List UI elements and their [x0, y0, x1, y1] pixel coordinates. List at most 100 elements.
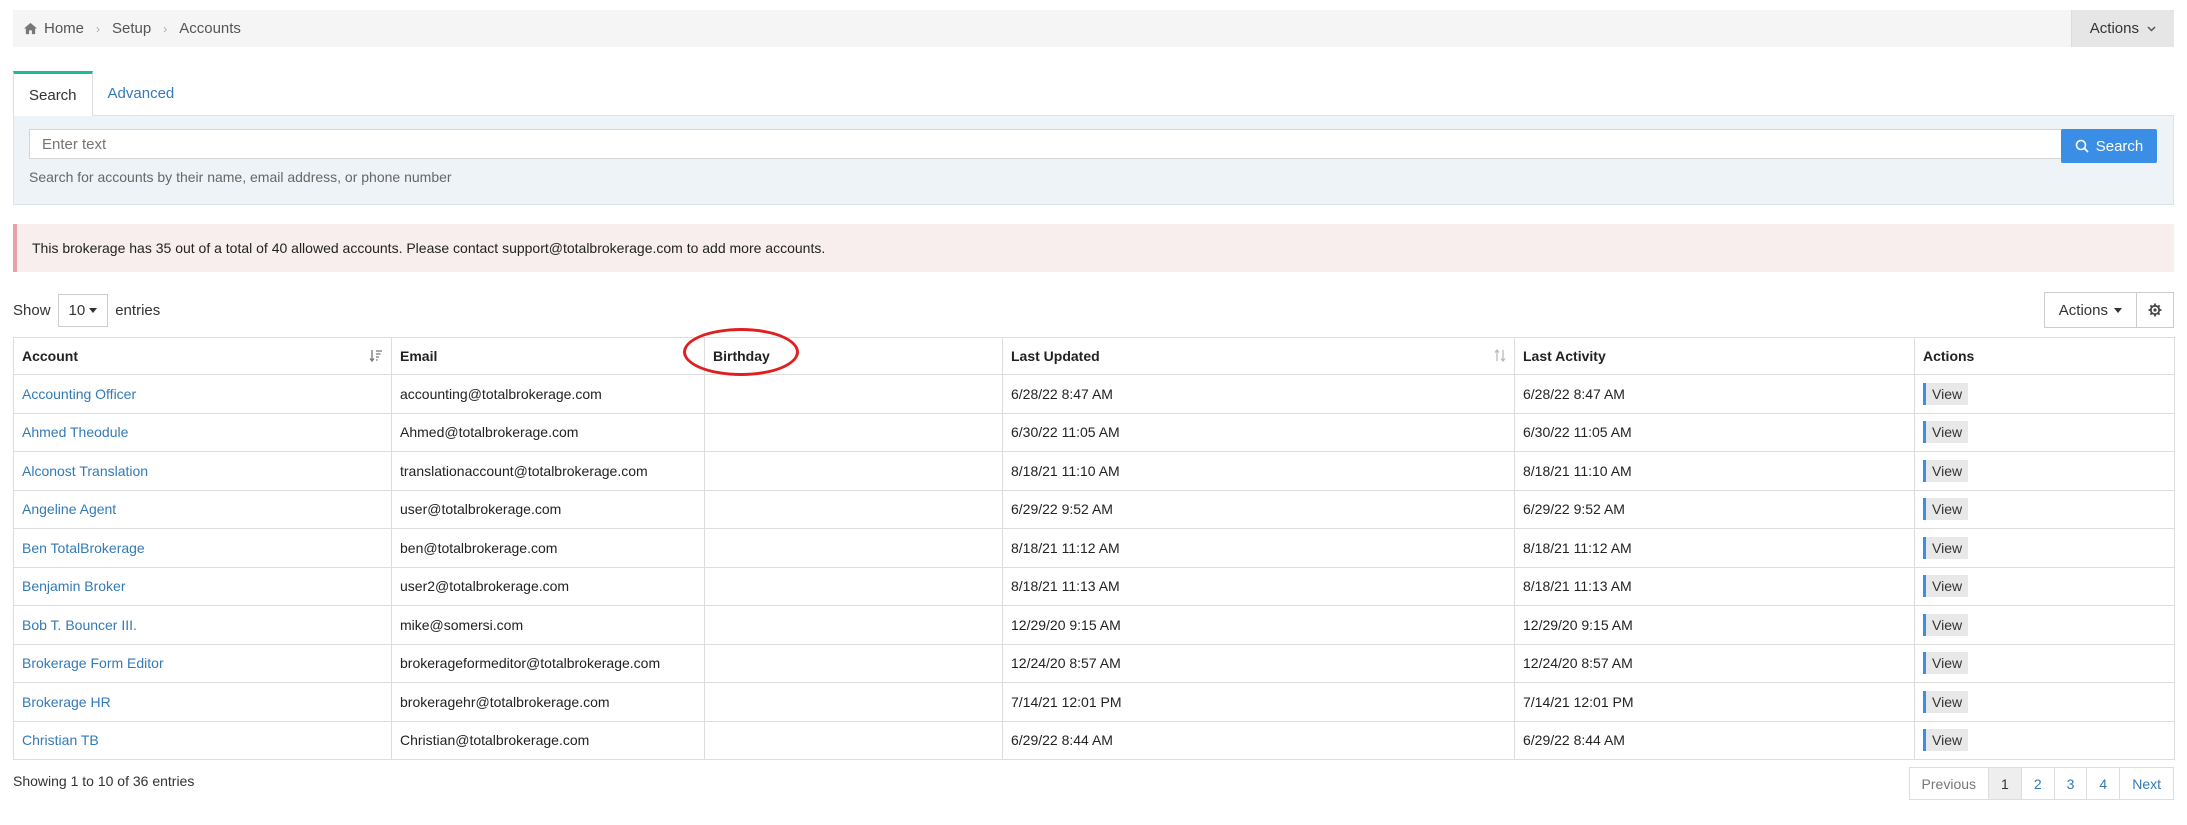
- pagination-next[interactable]: Next: [2119, 767, 2174, 800]
- table-settings-button[interactable]: [2137, 292, 2174, 328]
- column-header-last-updated[interactable]: Last Updated: [1002, 337, 1515, 375]
- account-link[interactable]: Benjamin Broker: [22, 578, 126, 594]
- view-button[interactable]: View: [1923, 382, 1969, 405]
- cell-last-activity: 8/18/21 11:12 AM: [1514, 528, 1915, 568]
- cell-last-updated-text: 6/30/22 11:05 AM: [1011, 424, 1120, 441]
- cell-last-updated: 6/29/22 8:44 AM: [1002, 720, 1515, 760]
- view-button[interactable]: View: [1923, 536, 1969, 559]
- pagination-page-4[interactable]: 4: [2086, 767, 2121, 800]
- cell-last-updated: 8/18/21 11:10 AM: [1002, 451, 1515, 491]
- cell-email: translationaccount@totalbrokerage.com: [391, 451, 705, 491]
- breadcrumb-setup[interactable]: Setup: [112, 20, 151, 37]
- cell-last-updated-text: 6/29/22 8:44 AM: [1011, 732, 1113, 749]
- cell-last-updated-text: 8/18/21 11:12 AM: [1011, 539, 1120, 556]
- cell-birthday: [704, 605, 1003, 645]
- cell-account: Benjamin Broker: [13, 566, 392, 606]
- cell-last-activity-text: 12/29/20 9:15 AM: [1523, 616, 1633, 633]
- view-button[interactable]: View: [1923, 498, 1969, 521]
- account-link[interactable]: Accounting Officer: [22, 386, 136, 402]
- column-header-account[interactable]: Account: [13, 337, 392, 375]
- table-actions-label: Actions: [2058, 301, 2108, 319]
- column-header-birthday[interactable]: Birthday: [704, 337, 1003, 375]
- column-header-last-activity[interactable]: Last Activity: [1514, 337, 1915, 375]
- cell-last-activity-text: 6/28/22 8:47 AM: [1523, 385, 1625, 402]
- cell-email: accounting@totalbrokerage.com: [391, 374, 705, 414]
- cell-last-activity: 6/28/22 8:47 AM: [1514, 374, 1915, 414]
- cell-account: Angeline Agent: [13, 489, 392, 529]
- view-button[interactable]: View: [1923, 652, 1969, 675]
- cell-email: ben@totalbrokerage.com: [391, 528, 705, 568]
- account-limit-alert: This brokerage has 35 out of a total of …: [13, 224, 2174, 272]
- account-link[interactable]: Ahmed Theodule: [22, 424, 128, 440]
- breadcrumb: Home › Setup › Accounts: [13, 20, 241, 37]
- cell-birthday: [704, 566, 1003, 606]
- entries-length: Show 10 entries: [13, 294, 160, 327]
- pagination-page-2[interactable]: 2: [2020, 767, 2055, 800]
- cell-email-text: ben@totalbrokerage.com: [400, 539, 558, 556]
- cell-last-activity: 8/18/21 11:13 AM: [1514, 566, 1915, 606]
- view-button[interactable]: View: [1923, 421, 1969, 444]
- table-info: Showing 1 to 10 of 36 entries: [13, 773, 195, 789]
- top-actions-button[interactable]: Actions: [2070, 10, 2174, 47]
- cell-email-text: brokerageformeditor@totalbrokerage.com: [400, 655, 661, 672]
- account-link[interactable]: Bob T. Bouncer III.: [22, 617, 137, 633]
- column-header-email[interactable]: Email: [391, 337, 705, 375]
- cell-birthday: [704, 643, 1003, 683]
- gear-icon: [2148, 303, 2162, 317]
- cell-last-updated-text: 8/18/21 11:13 AM: [1011, 578, 1120, 595]
- entries-select-value: 10: [68, 302, 86, 319]
- tab-search[interactable]: Search: [13, 71, 93, 116]
- breadcrumb-home[interactable]: Home: [44, 20, 84, 37]
- cell-last-activity: 12/24/20 8:57 AM: [1514, 643, 1915, 683]
- table-row: Ben TotalBrokerage ben@totalbrokerage.com…: [13, 528, 2175, 568]
- home-icon[interactable]: [23, 22, 38, 35]
- breadcrumb-bar: Home › Setup › Accounts Actions: [13, 10, 2174, 47]
- table-row: Brokerage HR brokeragehr@totalbrokerage.c…: [13, 682, 2175, 722]
- accounts-page: Home › Setup › Accounts Actions Search A…: [0, 0, 2187, 825]
- tab-advanced[interactable]: Advanced: [93, 71, 190, 116]
- cell-last-updated-text: 12/24/20 8:57 AM: [1011, 655, 1121, 672]
- cell-email: Ahmed@totalbrokerage.com: [391, 412, 705, 452]
- cell-account: Alconost Translation: [13, 451, 392, 491]
- cell-account: Accounting Officer: [13, 374, 392, 414]
- search-button[interactable]: Search: [2061, 129, 2157, 163]
- table-body: Accounting Officer accounting@totalbroker…: [13, 374, 2175, 760]
- cell-last-updated-text: 6/28/22 8:47 AM: [1011, 385, 1113, 402]
- account-link[interactable]: Christian TB: [22, 732, 99, 748]
- cell-account: Brokerage HR: [13, 682, 392, 722]
- cell-email-text: user2@totalbrokerage.com: [400, 578, 570, 595]
- cell-last-activity-text: 6/29/22 9:52 AM: [1523, 501, 1625, 518]
- account-link[interactable]: Brokerage Form Editor: [22, 655, 164, 671]
- search-panel: Search Search for accounts by their name…: [13, 115, 2174, 205]
- view-button[interactable]: View: [1923, 729, 1969, 752]
- cell-last-activity-text: 12/24/20 8:57 AM: [1523, 655, 1633, 672]
- table-actions-button[interactable]: Actions: [2043, 292, 2137, 328]
- account-link[interactable]: Ben TotalBrokerage: [22, 540, 145, 556]
- cell-last-activity-text: 8/18/21 11:13 AM: [1523, 578, 1632, 595]
- entries-label: entries: [115, 302, 161, 319]
- cell-email-text: translationaccount@totalbrokerage.com: [400, 462, 648, 479]
- account-link[interactable]: Brokerage HR: [22, 694, 111, 710]
- cell-last-activity: 8/18/21 11:10 AM: [1514, 451, 1915, 491]
- cell-birthday: [704, 374, 1003, 414]
- account-link[interactable]: Angeline Agent: [22, 501, 116, 517]
- entries-select[interactable]: 10: [57, 294, 109, 327]
- pagination-page-3[interactable]: 3: [2053, 767, 2088, 800]
- cell-actions: View: [1914, 412, 2175, 452]
- view-button[interactable]: View: [1923, 575, 1969, 598]
- cell-last-updated: 6/30/22 11:05 AM: [1002, 412, 1515, 452]
- pagination-page-1[interactable]: 1: [1988, 767, 2022, 800]
- view-button[interactable]: View: [1923, 613, 1969, 636]
- view-button[interactable]: View: [1923, 690, 1969, 713]
- cell-actions: View: [1914, 528, 2175, 568]
- account-link[interactable]: Alconost Translation: [22, 463, 148, 479]
- search-input[interactable]: [29, 129, 2069, 159]
- view-button[interactable]: View: [1923, 459, 1969, 482]
- cell-actions: View: [1914, 682, 2175, 722]
- cell-birthday: [704, 682, 1003, 722]
- breadcrumb-accounts: Accounts: [179, 20, 241, 37]
- search-button-label: Search: [2095, 137, 2144, 155]
- pagination-previous[interactable]: Previous: [1908, 767, 1990, 800]
- cell-account: Bob T. Bouncer III.: [13, 605, 392, 645]
- search-icon: [2075, 139, 2089, 153]
